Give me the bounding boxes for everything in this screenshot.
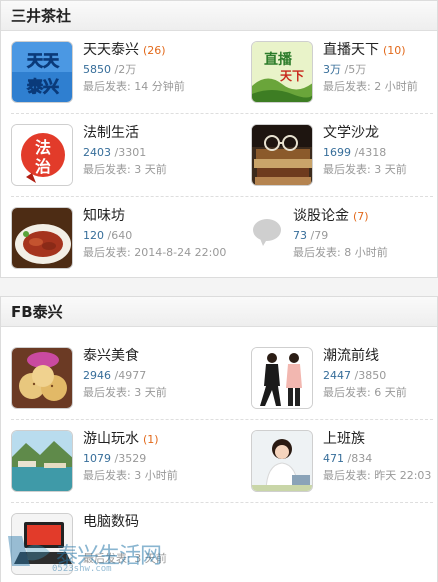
post-count: /3301 (114, 146, 147, 159)
post-count: /3529 (114, 452, 147, 465)
forum-name-link[interactable]: 潮流前线 (323, 348, 379, 364)
svg-text:法: 法 (35, 138, 51, 157)
last-post-time[interactable]: 最后发表: 昨天 22:03 (323, 467, 438, 484)
thread-count: 3万 (323, 63, 341, 76)
last-post-time[interactable]: 最后发表: 2014-8-24 22:00 (83, 244, 233, 261)
svg-text:天天: 天天 (27, 51, 60, 70)
forum-item-zhiwei[interactable]: 知味坊 120 /640 最后发表: 2014-8-24 22:00 (1, 197, 226, 279)
last-post-time[interactable]: 最后发表: 14 分钟前 (83, 78, 233, 95)
post-count: /4318 (354, 146, 387, 159)
section-title: FB泰兴 (1, 297, 437, 327)
forum-name-link[interactable]: 谈股论金 (293, 208, 349, 224)
last-post-time[interactable]: 最后发表: 3 小时前 (83, 467, 233, 484)
svg-text:泰兴: 泰兴 (26, 77, 59, 96)
forum-item-chaoliu[interactable]: 潮流前线 2447 /3850 最后发表: 6 天前 (241, 337, 438, 419)
last-post-time[interactable]: 最后发表: 3 天前 (83, 384, 233, 401)
last-post-time[interactable]: 最后发表: 3 天前 (323, 161, 438, 178)
new-posts-count: (1) (143, 433, 159, 446)
post-count: /5万 (344, 63, 367, 76)
svg-text:治: 治 (35, 157, 51, 176)
forum-row: 泰兴美食 2946 /4977 最后发表: 3 天前 潮流前线 2447 /38… (1, 337, 438, 419)
thread-count: 5850 (83, 63, 111, 76)
office-worker-image[interactable] (251, 430, 313, 492)
forum-name-link[interactable]: 直播天下 (323, 42, 379, 58)
food-plate-image[interactable] (11, 207, 73, 269)
forum-name-link[interactable]: 天天泰兴 (83, 42, 139, 58)
last-post-time[interactable]: 最后发表: 8 小时前 (293, 244, 438, 261)
chat-bubble-icon (253, 219, 281, 246)
post-count: /4977 (114, 369, 147, 382)
forum-name-link[interactable]: 知味坊 (83, 208, 125, 224)
pastry-image[interactable] (11, 347, 73, 409)
post-count: /79 (310, 229, 329, 242)
last-post-time[interactable]: 最后发表: 3 天前 (83, 161, 233, 178)
watermark-url: 0523shw.com (52, 564, 112, 574)
forum-row: 游山玩水 (1) 1079 /3529 最后发表: 3 小时前 上班族 471 … (1, 420, 438, 502)
post-count: /834 (347, 452, 373, 465)
svg-text:天下: 天下 (280, 69, 304, 83)
forum-name-link[interactable]: 法制生活 (83, 125, 139, 141)
thread-count: 471 (323, 452, 344, 465)
svg-text:直播: 直播 (264, 51, 293, 68)
post-count: /3850 (354, 369, 387, 382)
tiantian-taixing-logo[interactable]: 天天 泰兴 (11, 41, 73, 103)
forum-item-tiantian[interactable]: 天天 泰兴 天天泰兴 (26) 5850 /2万 最后发表: 14 分钟前 (1, 31, 220, 113)
thread-count: 1699 (323, 146, 351, 159)
forum-row: 天天 泰兴 天天泰兴 (26) 5850 /2万 最后发表: 14 分钟前 直播… (1, 31, 438, 113)
fashion-image[interactable] (251, 347, 313, 409)
new-posts-count: (26) (143, 44, 166, 57)
forum-item-tangu[interactable]: 谈股论金 (7) 73 /79 最后发表: 8 小时前 (241, 197, 438, 279)
forum-item-fazhi[interactable]: 法 治 法制生活 2403 /3301 最后发表: 3 天前 (1, 114, 220, 196)
landscape-image[interactable] (11, 430, 73, 492)
forum-section-sanjing: 三井茶社 天天 泰兴 天天泰兴 (26) 5850 /2万 最后发表: 14 分钟… (0, 0, 438, 278)
site-watermark: 泰兴生活网 0523shw.com (4, 526, 174, 578)
forum-name-link[interactable]: 上班族 (323, 431, 365, 447)
forum-item-zhibo[interactable]: 直播 天下 直播天下 (10) 3万 /5万 最后发表: 2 小时前 (241, 31, 438, 113)
post-count: /640 (107, 229, 133, 242)
new-posts-count: (7) (353, 210, 369, 223)
new-posts-count: (10) (383, 44, 406, 57)
forum-name-link[interactable]: 泰兴美食 (83, 348, 139, 364)
books-glasses-image[interactable] (251, 124, 313, 186)
thread-count: 120 (83, 229, 104, 242)
forum-row: 知味坊 120 /640 最后发表: 2014-8-24 22:00 谈股论金 (… (1, 197, 438, 279)
section-title: 三井茶社 (1, 1, 437, 31)
forum-item-shangban[interactable]: 上班族 471 /834 最后发表: 昨天 22:03 (241, 420, 438, 502)
zhibo-tianxia-logo[interactable]: 直播 天下 (251, 41, 313, 103)
thread-count: 2447 (323, 369, 351, 382)
thread-count: 2403 (83, 146, 111, 159)
forum-name-link[interactable]: 文学沙龙 (323, 125, 379, 141)
forum-name-link[interactable]: 游山玩水 (83, 431, 139, 447)
last-post-time[interactable]: 最后发表: 2 小时前 (323, 78, 438, 95)
last-post-time[interactable]: 最后发表: 6 天前 (323, 384, 438, 401)
post-count: /2万 (114, 63, 137, 76)
forum-item-meishi[interactable]: 泰兴美食 2946 /4977 最后发表: 3 天前 (1, 337, 220, 419)
watermark-logo-icon (8, 536, 50, 566)
forum-row: 法 治 法制生活 2403 /3301 最后发表: 3 天前 文学沙龙 1699… (1, 114, 438, 196)
forum-item-wenxue[interactable]: 文学沙龙 1699 /4318 最后发表: 3 天前 (241, 114, 438, 196)
thread-count: 73 (293, 229, 307, 242)
thread-count: 2946 (83, 369, 111, 382)
thread-count: 1079 (83, 452, 111, 465)
forum-item-youshan[interactable]: 游山玩水 (1) 1079 /3529 最后发表: 3 小时前 (1, 420, 220, 502)
fazhi-logo[interactable]: 法 治 (11, 124, 73, 186)
